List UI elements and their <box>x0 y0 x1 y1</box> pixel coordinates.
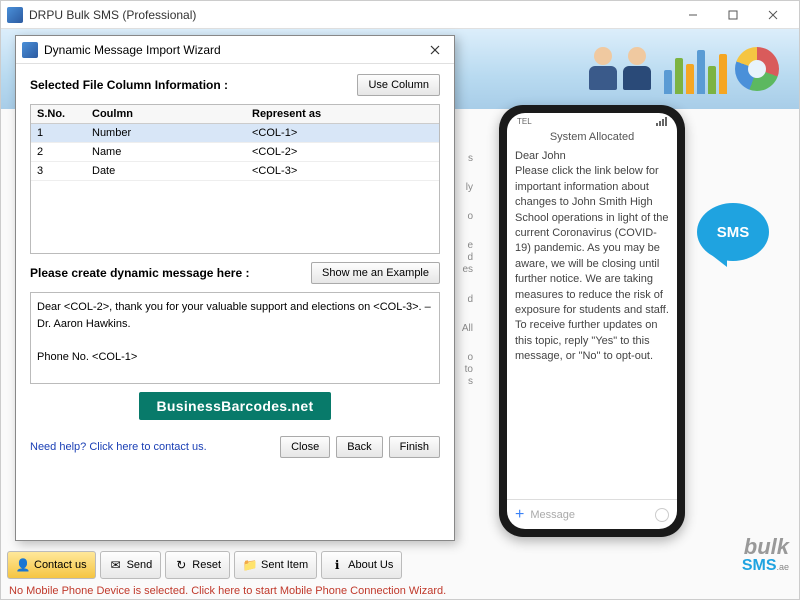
signal-icon <box>656 117 667 126</box>
use-column-button[interactable]: Use Column <box>357 74 440 96</box>
th-represent: Represent as <box>246 105 439 123</box>
table-row[interactable]: 1 Number <COL-1> <box>31 124 439 143</box>
minimize-button[interactable] <box>673 3 713 27</box>
table-row[interactable]: 2 Name <COL-2> <box>31 143 439 162</box>
maximize-button[interactable] <box>713 3 753 27</box>
reset-button[interactable]: ↻Reset <box>165 551 230 579</box>
dialog-title: Dynamic Message Import Wizard <box>44 43 422 57</box>
column-table: S.No. Coulmn Represent as 1 Number <COL-… <box>30 104 440 254</box>
import-wizard-dialog: Dynamic Message Import Wizard Selected F… <box>15 35 455 541</box>
dialog-finish-btn[interactable]: Finish <box>389 436 440 458</box>
info-icon: ℹ <box>330 558 344 572</box>
pie-chart-graphic <box>735 47 779 91</box>
dialog-back-btn[interactable]: Back <box>336 436 382 458</box>
dialog-close-btn[interactable]: Close <box>280 436 330 458</box>
phone-preview: TEL System Allocated Dear John Please cl… <box>499 105 685 537</box>
phone-message-body: Dear John Please click the link below fo… <box>507 149 677 499</box>
about-us-button[interactable]: ℹAbout Us <box>321 551 402 579</box>
show-example-button[interactable]: Show me an Example <box>311 262 440 284</box>
dynamic-message-label: Please create dynamic message here : <box>30 266 249 280</box>
person-icon: 👤 <box>16 558 30 572</box>
emoji-icon[interactable] <box>655 508 669 522</box>
sent-item-button[interactable]: 📁Sent Item <box>234 551 317 579</box>
dialog-close-button[interactable] <box>422 40 448 60</box>
phone-status-bar: TEL <box>507 113 677 129</box>
dynamic-message-textarea[interactable]: Dear <COL-2>, thank you for your valuabl… <box>30 292 440 384</box>
plus-icon[interactable]: + <box>515 506 524 524</box>
help-link[interactable]: Need help? Click here to contact us. <box>30 441 274 453</box>
people-graphic <box>586 47 654 91</box>
sms-bubble-graphic: SMS <box>697 203 769 261</box>
refresh-icon: ↻ <box>174 558 188 572</box>
th-sno: S.No. <box>31 105 86 123</box>
brand-badge: BusinessBarcodes.net <box>139 392 332 420</box>
bar-chart-graphic <box>664 44 727 94</box>
phone-input-bar: + Message <box>507 499 677 529</box>
close-button[interactable] <box>753 3 793 27</box>
th-column: Coulmn <box>86 105 246 123</box>
status-bar-warning[interactable]: No Mobile Phone Device is selected. Clic… <box>9 585 446 597</box>
send-button[interactable]: ✉Send <box>100 551 162 579</box>
window-title: DRPU Bulk SMS (Professional) <box>29 8 673 22</box>
main-titlebar: DRPU Bulk SMS (Professional) <box>1 1 799 29</box>
table-row[interactable]: 3 Date <COL-3> <box>31 162 439 181</box>
folder-icon: 📁 <box>243 558 257 572</box>
envelope-icon: ✉ <box>109 558 123 572</box>
dialog-titlebar: Dynamic Message Import Wizard <box>16 36 454 64</box>
bottom-toolbar: 👤Contact us ✉Send ↻Reset 📁Sent Item ℹAbo… <box>7 551 793 579</box>
message-placeholder[interactable]: Message <box>530 509 649 521</box>
background-fragments: s ly o e d es d All o to s <box>459 153 479 388</box>
carrier-label: TEL <box>517 117 532 126</box>
dialog-icon <box>22 42 38 58</box>
section-label: Selected File Column Information : <box>30 78 228 92</box>
phone-sender-title: System Allocated <box>507 129 677 149</box>
contact-us-button[interactable]: 👤Contact us <box>7 551 96 579</box>
app-icon <box>7 7 23 23</box>
